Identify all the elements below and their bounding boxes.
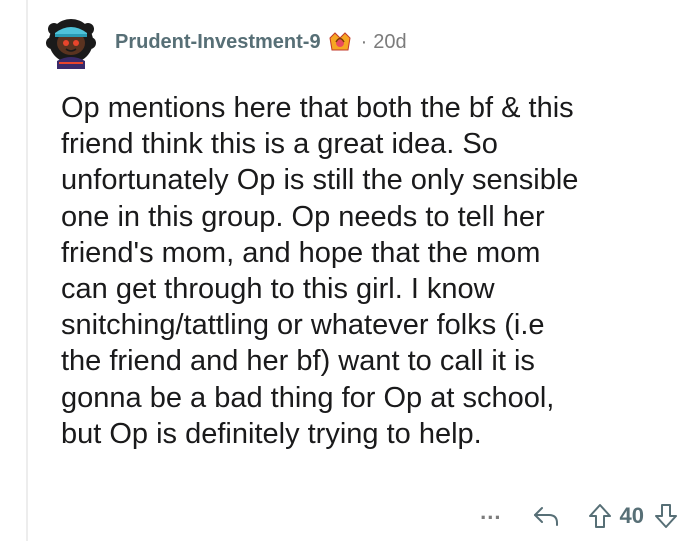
award-badge-icon (327, 29, 353, 55)
comment-body-line: snitching/tattling or whatever folks (i.… (61, 309, 545, 342)
comment-header: Prudent-Investment-9 · 20d (40, 12, 407, 72)
comment-actions: ... 40 (480, 498, 678, 534)
upvote-arrow-icon (588, 504, 611, 528)
comment-body-line: gonna be a bad thing for Op at school, (61, 381, 555, 414)
comment-body-line: friend think this is a great idea. So (61, 128, 498, 161)
meta-separator: · (360, 30, 368, 53)
comment-body-line: can get through to this girl. I know (61, 273, 495, 306)
comment-body-line: Op mentions here that both the bf & this (61, 92, 574, 124)
reply-arrow-icon (533, 507, 558, 526)
reply-button[interactable] (532, 504, 560, 528)
avatar[interactable] (40, 11, 102, 73)
comment-body-line: but Op is definitely trying to help. (61, 417, 482, 450)
upvote-button[interactable] (588, 503, 612, 529)
comment-body-line: unfortunately Op is still the only sensi… (61, 164, 579, 197)
comment-age: 20d (373, 30, 407, 53)
vote-count: 40 (619, 503, 644, 528)
username-link[interactable]: Prudent-Investment-9 (115, 31, 321, 54)
thread-line (26, 0, 28, 541)
comment-body-line: one in this group. Op needs to tell her (61, 200, 545, 233)
comment-body-line: the friend and her bf) want to call it i… (61, 345, 535, 378)
downvote-arrow-icon (655, 504, 677, 528)
snoo-avatar-icon (46, 19, 96, 69)
more-options-button[interactable]: ... (480, 501, 501, 531)
comment-body: Op mentions here that both the bf & this… (61, 90, 691, 452)
comment-body-line: friend's mom, and hope that the mom (61, 236, 541, 269)
downvote-button[interactable] (654, 503, 678, 529)
